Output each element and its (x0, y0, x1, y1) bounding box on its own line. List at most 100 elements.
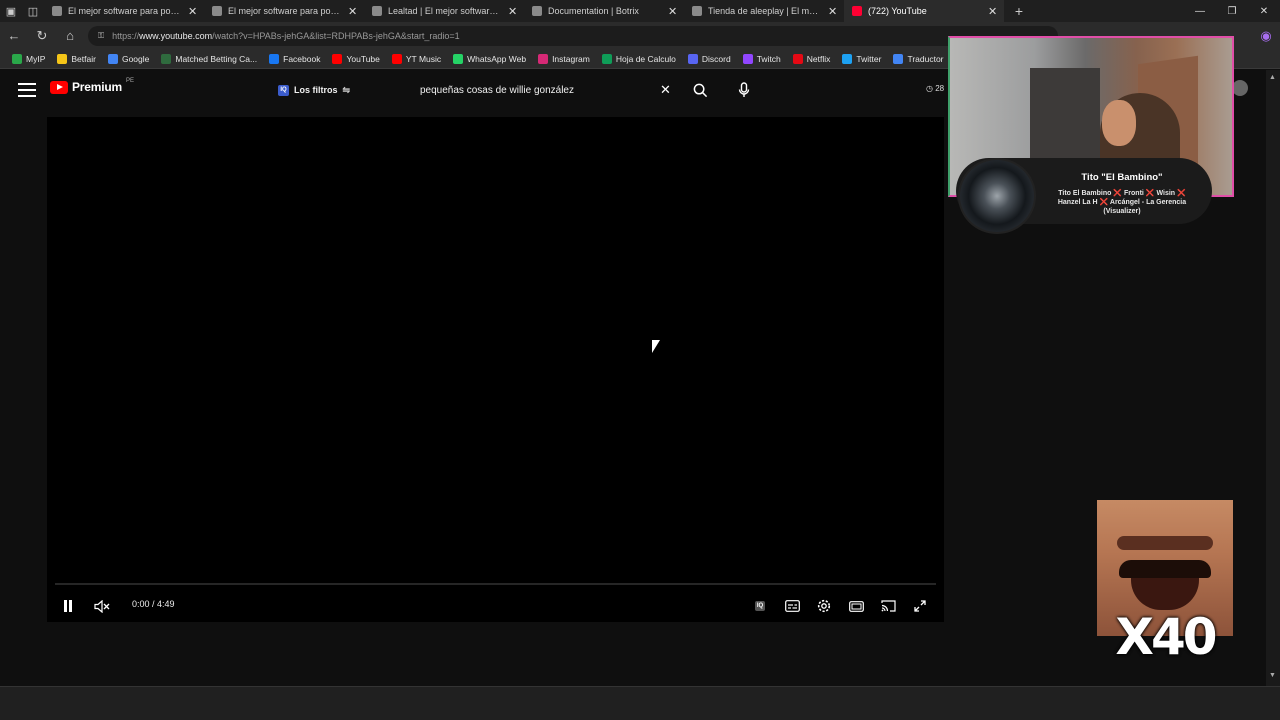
bookmark-favicon-icon (453, 53, 464, 64)
bookmark-favicon-icon (161, 53, 172, 64)
url-host: www.youtube.com (139, 30, 213, 41)
search-input[interactable]: pequeñas cosas de willie gonzález (409, 78, 685, 102)
bookmark-item[interactable]: Twitch (737, 53, 787, 64)
tab-actions-icon[interactable]: ◫ (22, 0, 44, 22)
browser-tab[interactable]: El mejor software para potenciar ✕ (44, 0, 204, 22)
bookmark-item[interactable]: Instagram (532, 53, 596, 64)
quality-extension-icon: IQ (754, 601, 766, 611)
home-icon[interactable]: ⌂ (56, 22, 84, 49)
bookmark-label: YT Music (405, 53, 442, 64)
bookmark-label: Twitch (756, 53, 781, 64)
bookmark-item[interactable]: Twitter (836, 53, 887, 64)
bookmark-item[interactable]: WhatsApp Web (447, 53, 532, 64)
bookmark-item[interactable]: Hoja de Calculo (596, 53, 682, 64)
country-code: PE (125, 78, 134, 84)
song-version: (Visualizer) (1103, 208, 1141, 216)
bookmark-item[interactable]: Matched Betting Ca... (155, 53, 263, 64)
filters-button[interactable]: IQ Los filtros ⇋ (272, 80, 356, 100)
time-display: 0:00 / 4:49 (132, 599, 175, 609)
tab-list: El mejor software para potenciar✕El mejo… (44, 0, 1004, 22)
youtube-logo[interactable]: Premium PE (50, 78, 134, 94)
logo-text: Premium (72, 80, 122, 94)
browser-tab[interactable]: Lealtad | El mejor software para p ✕ (364, 0, 524, 22)
subtitles-button[interactable] (783, 595, 801, 617)
quality-extension-button[interactable]: IQ (751, 595, 769, 617)
bookmark-label: Hoja de Calculo (615, 53, 676, 64)
pause-button[interactable] (59, 595, 77, 617)
avatar[interactable] (1232, 80, 1248, 96)
subtitles-icon (784, 600, 800, 612)
browser-tab[interactable]: El mejor software para potenciar ✕ (204, 0, 364, 22)
tab-favicon-icon (852, 6, 862, 16)
bookmark-label: Google (121, 53, 150, 64)
minimize-button[interactable]: — (1184, 0, 1216, 22)
browser-tab-strip: ▣ ◫ El mejor software para potenciar✕El … (0, 0, 1280, 22)
bookmark-item[interactable]: YT Music (386, 53, 447, 64)
album-art-disc (958, 158, 1036, 234)
meme-multiplier-text: X40 (1115, 608, 1217, 666)
mouse-cursor-icon (652, 340, 660, 353)
bookmark-favicon-icon (12, 53, 22, 64)
now-playing-subtitle: Tito El Bambino ❌ Fronti ❌ Wisin ❌ Hanze… (1042, 189, 1202, 216)
close-tab-icon[interactable]: ✕ (508, 5, 518, 18)
close-tab-icon[interactable]: ✕ (668, 5, 678, 18)
separator-icon: ❌ (1099, 199, 1109, 207)
workspaces-icon[interactable]: ▣ (0, 0, 22, 22)
bookmark-item[interactable]: Traductor (887, 53, 949, 64)
cast-button[interactable] (879, 595, 897, 617)
settings-button[interactable] (815, 595, 833, 617)
youtube-play-logo-icon (50, 80, 68, 94)
back-icon[interactable]: ← (0, 22, 28, 49)
scroll-down-arrow-icon[interactable]: ▼ (1269, 672, 1276, 679)
copilot-icon[interactable]: ◉ (1252, 22, 1280, 49)
guide-menu-icon[interactable] (16, 80, 38, 100)
bookmark-favicon-icon (601, 53, 612, 64)
bookmark-item[interactable]: Netflix (787, 53, 837, 64)
reload-icon[interactable]: ↻ (28, 22, 56, 49)
close-tab-icon[interactable]: ✕ (348, 5, 358, 18)
close-tab-icon[interactable]: ✕ (188, 5, 198, 18)
browser-tab[interactable]: (722) YouTube ✕ (844, 0, 1004, 22)
restore-button[interactable]: ❐ (1216, 0, 1248, 22)
webcam-streamer-face (1102, 100, 1136, 146)
bookmark-favicon-icon (538, 53, 549, 64)
tab-favicon-icon (212, 6, 222, 16)
bookmark-label: Twitter (856, 53, 882, 64)
bookmark-label: MyIP (26, 53, 46, 64)
site-info-icon[interactable]: ⚿ (98, 31, 104, 41)
tab-favicon-icon (52, 6, 62, 16)
page-scrollbar[interactable] (1266, 70, 1280, 686)
artist-2: Fronti (1124, 190, 1144, 197)
tab-title: Lealtad | El mejor software para p (388, 6, 502, 16)
clock-badge[interactable]: ◷ 28 (926, 84, 944, 93)
bookmark-item[interactable]: Facebook (263, 53, 326, 64)
address-bar[interactable]: ⚿ https://www.youtube.com/watch?v=HPABs-… (88, 25, 1058, 46)
filters-logo-icon: IQ (278, 84, 289, 96)
fullscreen-button[interactable] (911, 595, 929, 617)
bookmark-favicon-icon (57, 53, 68, 64)
close-tab-icon[interactable]: ✕ (828, 5, 838, 18)
voice-search-button[interactable] (732, 78, 756, 102)
close-window-button[interactable]: ✕ (1248, 0, 1280, 22)
clear-search-icon[interactable]: ✕ (660, 82, 671, 98)
video-player[interactable]: 0:00 / 4:49 IQ (47, 117, 944, 622)
scroll-up-arrow-icon[interactable]: ▲ (1269, 74, 1276, 81)
tab-title: Tienda de aleeplay | El mejor softv (708, 6, 822, 16)
search-button[interactable] (686, 78, 714, 102)
theater-mode-button[interactable] (847, 595, 865, 617)
bookmark-label: Netflix (806, 53, 831, 64)
bookmark-item[interactable]: Betfair (51, 53, 102, 64)
taskbar-area (0, 686, 1280, 720)
mute-button[interactable] (93, 595, 111, 617)
bookmark-item[interactable]: YouTube (326, 53, 385, 64)
bookmark-item[interactable]: MyIP (6, 53, 51, 64)
close-tab-icon[interactable]: ✕ (988, 5, 998, 18)
browser-tab[interactable]: Tienda de aleeplay | El mejor softv ✕ (684, 0, 844, 22)
bookmark-item[interactable]: Google (102, 53, 155, 64)
fullscreen-icon (914, 600, 926, 612)
progress-bar[interactable] (55, 583, 936, 585)
bookmark-item[interactable]: Discord (682, 53, 737, 64)
new-tab-button[interactable]: + (1004, 0, 1034, 22)
artist-4: Hanzel La H (1057, 199, 1098, 207)
browser-tab[interactable]: Documentation | Botrix ✕ (524, 0, 684, 22)
